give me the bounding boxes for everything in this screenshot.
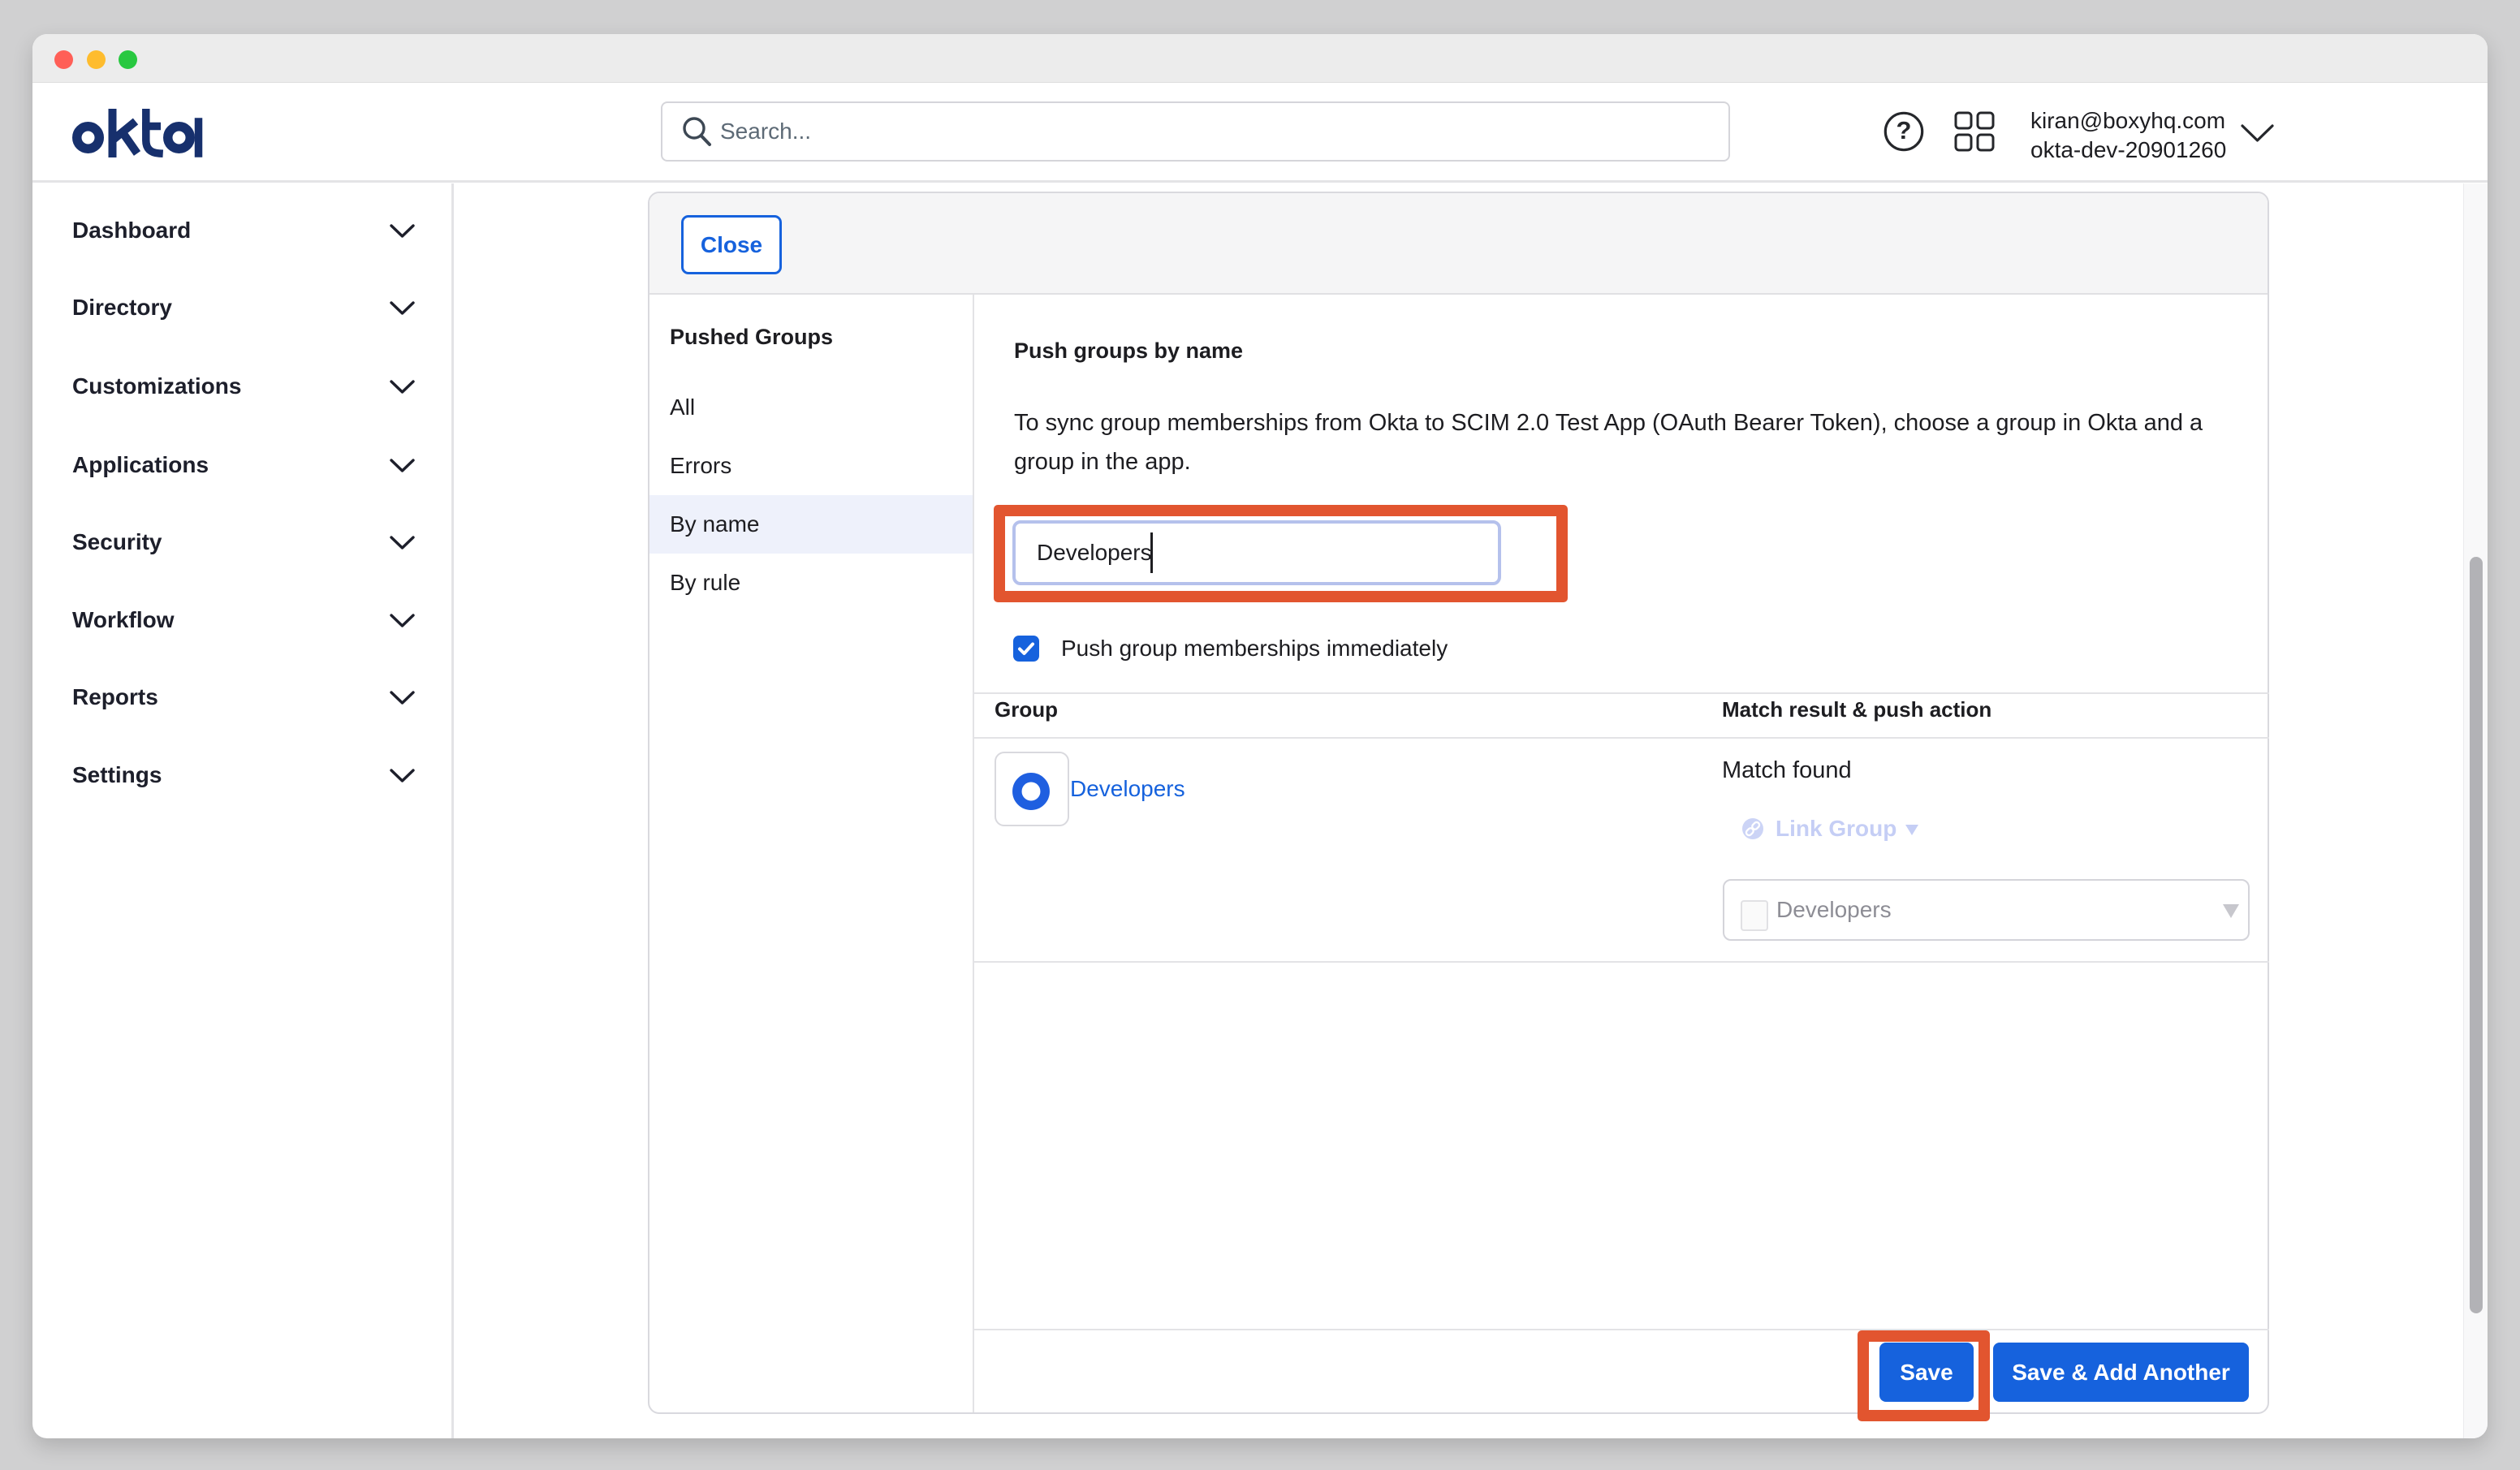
svg-text:?: ?: [1896, 116, 1912, 144]
